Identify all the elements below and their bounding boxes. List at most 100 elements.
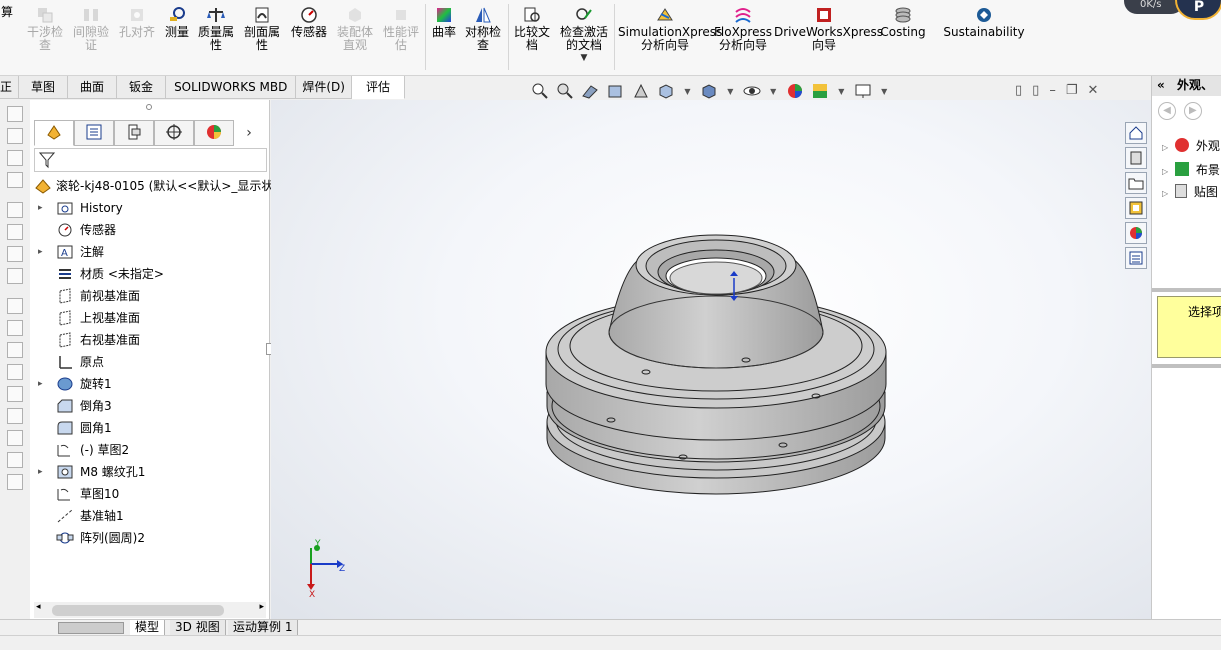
tree-item[interactable]: 阵列(圆周)2 <box>32 527 268 549</box>
check-active-document-button[interactable]: 检查激活 的文档 ▼ <box>556 6 612 65</box>
tree-item[interactable]: ▸ 旋转1 <box>32 373 268 395</box>
clearance-verify-button[interactable]: 间隙验 证 <box>70 6 112 52</box>
toolbar-tool-icon[interactable] <box>7 150 23 166</box>
mass-properties-button[interactable]: 质量属 性 <box>196 6 236 52</box>
panel-right-icon[interactable]: ▯ <box>1032 83 1039 101</box>
toolbar-tool-icon[interactable] <box>7 224 23 240</box>
tab-3d-views[interactable]: 3D 视图 <box>170 620 226 636</box>
toolbar-tool-icon[interactable] <box>7 342 23 358</box>
tab-dimxpert-manager[interactable] <box>154 120 194 146</box>
tree-item[interactable]: ▸ A 注解 <box>32 241 268 263</box>
restore-icon[interactable]: ❐ <box>1066 83 1078 101</box>
view-settings-icon[interactable] <box>853 81 872 101</box>
chevron-down-icon[interactable]: ▼ <box>556 52 612 65</box>
expand-arrow-icon[interactable]: ▸ <box>38 241 48 263</box>
expand-arrow-icon[interactable]: ▷ <box>1162 143 1168 152</box>
tree-filter-bar[interactable] <box>34 148 267 172</box>
chevron-down-icon[interactable]: ▼ <box>682 81 694 101</box>
horizontal-scrollbar[interactable]: ◂ ▸ <box>34 602 266 618</box>
measure-button[interactable]: 测量 <box>160 6 194 39</box>
driveworksxpress-button[interactable]: DriveWorksXpress 向导 <box>774 6 883 52</box>
tab-partial[interactable]: 正 <box>0 76 20 99</box>
task-pane-item-appearances[interactable]: ▷ 外观 <box>1162 136 1220 156</box>
edit-appearance-icon[interactable] <box>785 81 804 101</box>
task-pane-item-decals[interactable]: ▷ 贴图 <box>1162 182 1218 202</box>
file-explorer-icon[interactable] <box>1125 172 1147 194</box>
expand-arrow-icon[interactable]: ▸ <box>38 461 48 483</box>
tree-item[interactable]: 右视基准面 <box>32 329 268 351</box>
chevron-down-icon[interactable]: ▼ <box>878 81 890 101</box>
view-palette-icon[interactable] <box>1125 197 1147 219</box>
forward-icon[interactable]: ▶ <box>1183 102 1202 120</box>
toolbar-tool-icon[interactable] <box>7 298 23 314</box>
toolbar-tool-icon[interactable] <box>7 452 23 468</box>
performance-evaluation-button[interactable]: 性能评 估 <box>380 6 422 52</box>
toolbar-tool-icon[interactable] <box>7 246 23 262</box>
collapse-double-chevron-icon[interactable]: « <box>1157 78 1165 92</box>
toolbar-tool-icon[interactable] <box>7 364 23 380</box>
costing-button[interactable]: Costing <box>878 6 928 39</box>
tab-property-manager[interactable] <box>74 120 114 146</box>
sustainability-button[interactable]: Sustainability <box>942 6 1026 39</box>
simulationxpress-button[interactable]: SimulationXpress 分析向导 <box>618 6 722 52</box>
apply-scene-icon[interactable] <box>810 81 829 101</box>
tree-item[interactable]: ▸ M8 螺纹孔1 <box>32 461 268 483</box>
zoom-to-fit-icon[interactable] <box>530 81 549 101</box>
expand-arrow-icon[interactable]: ▸ <box>38 197 48 219</box>
toolbar-tool-icon[interactable] <box>7 172 23 188</box>
task-pane-item-scenes[interactable]: ▷ 布景 <box>1162 160 1220 180</box>
view-orientation-icon[interactable] <box>656 81 675 101</box>
back-icon[interactable]: ◀ <box>1158 102 1176 120</box>
toolbar-tool-icon[interactable] <box>7 408 23 424</box>
toolbar-tool-icon[interactable] <box>7 202 23 218</box>
toolbar-tool-icon[interactable] <box>7 268 23 284</box>
tab-evaluate[interactable]: 评估 <box>351 76 405 99</box>
tab-surfaces[interactable]: 曲面 <box>68 76 118 99</box>
tree-item[interactable]: 传感器 <box>32 219 268 241</box>
filter-icon[interactable] <box>38 151 56 172</box>
toolbar-tool-icon[interactable] <box>7 386 23 402</box>
sensor-button[interactable]: 传感器 <box>288 6 330 39</box>
floxpress-button[interactable]: FloXpress 分析向导 <box>714 6 772 52</box>
panel-left-icon[interactable]: ▯ <box>1015 83 1022 101</box>
chevron-down-icon[interactable]: ▼ <box>836 81 848 101</box>
tree-item[interactable]: 原点 <box>32 351 268 373</box>
dynamic-annotation-icon[interactable] <box>631 81 650 101</box>
tree-item[interactable]: 草图10 <box>32 483 268 505</box>
tab-model[interactable]: 模型 <box>130 620 166 636</box>
expand-arrow-icon[interactable]: ▷ <box>1162 189 1168 198</box>
tree-item[interactable]: 倒角3 <box>32 395 268 417</box>
scroll-left-icon[interactable]: ◂ <box>36 602 41 612</box>
toolbar-tool-icon[interactable] <box>7 106 23 122</box>
expand-arrow-icon[interactable]: ▷ <box>1162 167 1168 176</box>
tab-scroll-buttons[interactable] <box>58 622 124 634</box>
chevron-right-icon[interactable]: › <box>234 120 264 146</box>
tree-item[interactable]: ▸ History <box>32 197 268 219</box>
solidworks-resources-icon[interactable] <box>1125 122 1147 144</box>
tab-configuration-manager[interactable] <box>114 120 154 146</box>
close-icon[interactable]: ✕ <box>1087 83 1098 101</box>
previous-view-icon[interactable] <box>581 81 600 101</box>
tab-display-manager[interactable] <box>194 120 234 146</box>
chevron-down-icon[interactable]: ▼ <box>725 81 737 101</box>
tree-item[interactable]: 基准轴1 <box>32 505 268 527</box>
tab-sheet-metal[interactable]: 钣金 <box>117 76 167 99</box>
pane-divider[interactable] <box>1152 288 1221 292</box>
display-style-icon[interactable] <box>699 81 718 101</box>
tab-solidworks-mbd[interactable]: SOLIDWORKS MBD <box>166 76 297 99</box>
hole-alignment-button[interactable]: 孔对齐 <box>116 6 158 39</box>
tree-item[interactable]: (-) 草图2 <box>32 439 268 461</box>
pane-divider[interactable] <box>1152 364 1221 368</box>
scrollbar-thumb[interactable] <box>52 605 224 616</box>
tree-root-part[interactable]: 滚轮-kj48-0105 (默认<<默认>_显示状 <box>32 175 273 197</box>
toolbar-tool-icon[interactable] <box>7 474 23 490</box>
minimize-icon[interactable]: – <box>1049 83 1056 101</box>
tree-item[interactable]: 材质 <未指定> <box>32 263 268 285</box>
tab-feature-manager[interactable] <box>34 120 74 146</box>
expand-arrow-icon[interactable]: ▸ <box>38 373 48 395</box>
zoom-to-area-icon[interactable] <box>555 81 574 101</box>
symmetry-check-button[interactable]: 对称检 查 <box>462 6 504 52</box>
model-view[interactable] <box>271 100 1151 620</box>
wheel-part-model[interactable] <box>545 234 887 495</box>
tree-item[interactable]: 前视基准面 <box>32 285 268 307</box>
